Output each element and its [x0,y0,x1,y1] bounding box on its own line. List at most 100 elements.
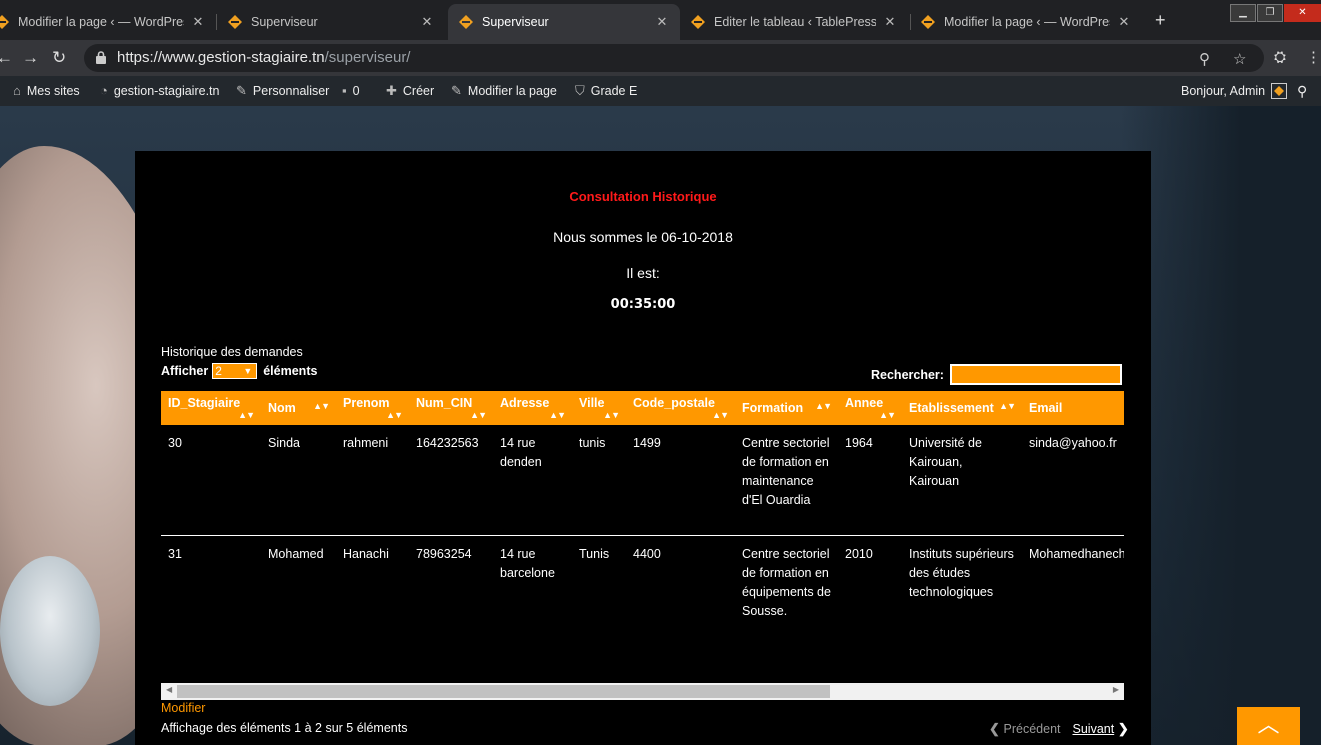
admin-bar-label: Grade E [590,84,638,98]
sort-icon: ▲▼ [999,401,1016,411]
admin-bar-my-sites[interactable]: ⌂ Mes sites [13,83,80,98]
tab-close-icon[interactable]: ✕ [419,14,435,30]
table-cell: Mohamed [268,546,324,561]
admin-bar-comments[interactable]: ▪ 0 [342,83,360,98]
table-cell: Sinda [261,425,336,536]
browser-tab-active[interactable]: Superviseur ✕ [448,4,680,40]
browser-tab[interactable]: Modifier la page ‹ — WordPress ✕ [0,4,216,40]
column-header[interactable]: Ville ▲▼ [572,391,626,425]
bookmark-star-icon[interactable]: ☆ [1233,52,1246,67]
admin-bar-edit-page[interactable]: ✎ Modifier la page [451,83,557,99]
tab-close-icon[interactable]: ✕ [882,14,898,30]
admin-bar-site[interactable]: ◔ gestion-stagiaire.tn [100,83,219,98]
admin-bar-customize[interactable]: ✎ Personnaliser [236,83,329,99]
admin-bar-new[interactable]: ✚ Créer [386,83,434,99]
minimize-window-button[interactable]: ▁ [1230,4,1256,22]
table-cell: Hanachi [343,546,389,561]
column-header[interactable]: Email [1022,391,1124,425]
scrollbar-thumb[interactable] [177,685,830,698]
site-favicon-icon [228,15,242,29]
table-cell: rahmeni [336,425,409,536]
scroll-left-icon[interactable]: ◀ [166,685,172,694]
zoom-icon[interactable]: ⚲ [1199,52,1210,67]
chevron-up-icon: ︿ [1257,712,1280,737]
table-cell: 14 rue denden [493,425,572,536]
tab-close-icon[interactable]: ✕ [190,14,206,30]
extension-icon[interactable]: ⛭ [1274,48,1286,68]
column-header[interactable]: Formation ▲▼ [735,391,838,425]
table-header-row: ID_Stagiaire ▲▼ Nom ▲▼ Prenom ▲▼ Num_CIN ▲▼ … [161,391,1124,425]
search-label: Rechercher: [871,367,944,382]
admin-bar-label: Personnaliser [252,84,330,98]
table-row[interactable]: 31 Mohamed Hanachi 78963254 14 rue barce… [161,535,1124,645]
tab-title: Modifier la page ‹ — WordPress [18,15,184,29]
chevron-left-icon: ❮ [989,721,1004,736]
column-header[interactable]: Etablissement ▲▼ [902,391,1022,425]
tab-close-icon[interactable]: ✕ [654,14,670,30]
new-tab-button[interactable]: + [1155,10,1166,31]
table-cell: 2010 [845,546,873,561]
column-header[interactable]: Prenom ▲▼ [336,391,409,425]
site-favicon-icon [459,15,473,29]
modifier-link[interactable]: Modifier [161,701,205,715]
sort-icon: ▲▼ [386,410,403,420]
column-header[interactable]: ID_Stagiaire ▲▼ [161,391,261,425]
table-cell: 164232563 [409,425,493,536]
reload-icon[interactable]: ↻ [52,48,66,68]
table-row[interactable]: 30 Sinda rahmeni 164232563 14 rue denden… [161,425,1124,536]
search-input[interactable] [949,364,1122,385]
next-page-button[interactable]: Suivant ❯ [1073,721,1129,737]
admin-bar-label: gestion-stagiaire.tn [113,83,220,98]
column-header[interactable]: Num_CIN ▲▼ [409,391,493,425]
sort-icon: ▲▼ [313,401,330,411]
length-suffix: éléments [263,364,318,378]
browser-menu-icon[interactable]: ⋮ [1306,48,1321,68]
browser-tab[interactable]: Superviseur ✕ [227,4,445,40]
length-select-value: 2 [215,364,222,378]
table-cell: tunis [572,425,626,536]
dashboard-icon: ◔ [100,83,108,98]
chevron-right-icon: ❯ [1114,721,1129,736]
admin-search-icon[interactable]: ⚲ [1297,83,1307,100]
table-scroll-area: ID_Stagiaire ▲▼ Nom ▲▼ Prenom ▲▼ Num_CIN ▲▼ … [161,391,1124,683]
tab-close-icon[interactable]: ✕ [1116,14,1132,30]
horizontal-scrollbar[interactable]: ◀ ▶ [161,683,1124,700]
restore-window-button[interactable]: ❐ [1257,4,1283,22]
admin-bar-grade[interactable]: ⛉ Grade E [575,83,637,99]
table-cell: 30 [161,425,261,536]
tab-title: Superviseur [482,15,549,29]
column-header[interactable]: Adresse ▲▼ [493,391,572,425]
sort-icon: ▲▼ [603,410,620,420]
browser-tab[interactable]: Editer le tableau ‹ TablePress ‹ — ✕ [690,4,908,40]
scroll-to-top-button[interactable]: ︿ [1237,707,1300,745]
previous-page-button[interactable]: ❮ Précédent [989,721,1061,737]
sort-icon: ▲▼ [879,410,896,420]
column-header[interactable]: Annee ▲▼ [838,391,902,425]
tab-title: Superviseur [251,15,318,29]
pencil-icon: ✎ [451,83,462,98]
history-table: ID_Stagiaire ▲▼ Nom ▲▼ Prenom ▲▼ Num_CIN ▲▼ … [161,391,1124,645]
scroll-right-icon[interactable]: ▶ [1113,685,1119,694]
search-control: Rechercher: [871,364,1122,385]
column-header[interactable]: Code_postale ▲▼ [626,391,735,425]
browser-tab[interactable]: Modifier la page ‹ — WordPress ✕ [920,4,1142,40]
close-window-button[interactable]: ✕ [1284,4,1321,22]
forward-arrow-icon[interactable]: → [22,48,39,68]
admin-bar-account[interactable]: Bonjour, Admin [1181,83,1288,99]
time-value: 00:35:00 [610,297,676,312]
table-cell: 31 [168,546,182,561]
admin-bar-label: Créer [402,84,435,98]
sites-icon: ⌂ [13,83,21,98]
length-select[interactable]: 2 ▼ [212,363,258,379]
wp-admin-bar: ⌂ Mes sites ◔ gestion-stagiaire.tn ✎ Person… [0,76,1321,106]
url-text: https://www.gestion-stagiaire.tn/supervi… [117,49,410,66]
tab-title: Editer le tableau ‹ TablePress ‹ — [714,15,876,29]
column-header[interactable]: Nom ▲▼ [261,391,336,425]
address-bar[interactable]: https://www.gestion-stagiaire.tn/supervi… [84,44,1264,72]
plus-icon: ✚ [386,83,397,98]
background-shade [1121,106,1321,745]
sort-icon: ▲▼ [470,410,487,420]
table-cell: 4400 [633,546,661,561]
back-arrow-icon[interactable]: ← [0,48,13,68]
table-cell: Instituts supérieurs des études technolo… [909,546,1014,599]
